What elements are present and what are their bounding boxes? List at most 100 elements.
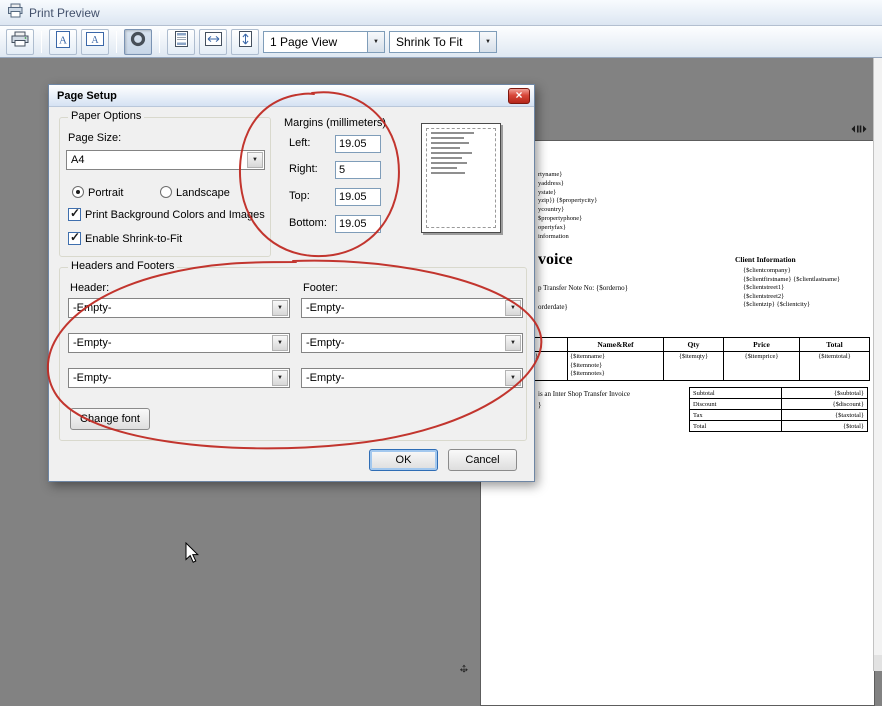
totals-label: Tax <box>690 410 782 421</box>
dialog-titlebar[interactable]: Page Setup <box>49 85 534 107</box>
headers-footers-legend: Headers and Footers <box>68 260 177 272</box>
header-dropdown-3-value: -Empty- <box>73 372 112 384</box>
change-font-label: Change font <box>80 413 140 425</box>
property-address-block: rtyname} yaddress} ystate} yzip}) {$prop… <box>538 171 597 241</box>
totals-row: Subtotal {$subtotal} <box>690 388 868 399</box>
document-preview-page: rtyname} yaddress} ystate} yzip}) {$prop… <box>480 140 875 706</box>
enable-shrink-checkbox[interactable]: ✓ <box>68 232 81 245</box>
scrollbar-corner <box>874 655 882 671</box>
page-setup-button[interactable] <box>124 29 152 55</box>
margin-bottom-input[interactable] <box>335 215 381 233</box>
chevron-down-icon[interactable]: ▼ <box>367 32 384 52</box>
page-size-label: Page Size: <box>68 132 121 144</box>
items-header-row: rial Name&Ref Qty Price Total <box>488 338 870 352</box>
client-line: {$clientzip} {$clientcity} <box>743 301 840 310</box>
footer-dropdown-3[interactable]: -Empty- ▼ <box>301 368 523 388</box>
property-line: ycountry} <box>538 206 597 215</box>
client-information-heading: Client Information <box>735 255 796 264</box>
chevron-down-icon[interactable]: ▼ <box>272 335 288 351</box>
paper-options-legend: Paper Options <box>68 110 144 122</box>
toolbar-separator <box>41 31 42 53</box>
footer-dropdown-1[interactable]: -Empty- ▼ <box>301 298 523 318</box>
enable-shrink-label: Enable Shrink-to-Fit <box>85 233 182 245</box>
chevron-down-icon[interactable]: ▼ <box>272 300 288 316</box>
totals-row: Discount {$discount} <box>690 399 868 410</box>
view-full-width-button[interactable] <box>199 29 227 55</box>
pan-move-handle[interactable]: ↔ ↕ <box>455 659 473 677</box>
window-titlebar: Print Preview <box>0 0 882 26</box>
invoice-note-line: } <box>538 400 630 411</box>
vertical-scrollbar[interactable] <box>873 58 882 671</box>
totals-row: Tax {$taxtotal} <box>690 410 868 421</box>
invoice-title: voice <box>538 251 573 269</box>
full-width-icon <box>205 32 222 51</box>
dialog-title: Page Setup <box>57 90 117 102</box>
view-full-page-button[interactable] <box>231 29 259 55</box>
shrink-to-fit-dropdown[interactable]: Shrink To Fit ▼ <box>389 31 497 53</box>
portrait-button[interactable]: A <box>49 29 77 55</box>
portrait-radio-label: Portrait <box>88 187 123 199</box>
close-icon: × <box>515 88 522 102</box>
property-line: information <box>538 233 597 242</box>
cancel-button[interactable]: Cancel <box>448 449 517 471</box>
header-dropdown-1-value: -Empty- <box>73 302 112 314</box>
header-label: Header: <box>70 282 109 294</box>
page-preview-thumbnail <box>421 123 501 233</box>
chevron-down-icon[interactable]: ▼ <box>505 335 521 351</box>
ok-button[interactable]: OK <box>369 449 438 471</box>
item-qty-cell: {$itemqty} <box>664 352 724 381</box>
cancel-label: Cancel <box>465 454 499 466</box>
totals-label: Discount <box>690 399 782 410</box>
svg-text:A: A <box>59 34 67 46</box>
landscape-radio-label: Landscape <box>176 187 230 199</box>
margins-heading: Margins (millimeters) <box>284 117 386 129</box>
chevron-down-icon[interactable]: ▼ <box>479 32 496 52</box>
invoice-totals-table: Subtotal {$subtotal} Discount {$discount… <box>689 387 868 432</box>
svg-text:A: A <box>91 35 99 46</box>
header-dropdown-3[interactable]: -Empty- ▼ <box>68 368 290 388</box>
landscape-radio[interactable] <box>160 186 172 198</box>
page-view-value: 1 Page View <box>270 35 337 49</box>
property-line: rtyname} <box>538 171 597 180</box>
order-date-line: orderdate} <box>538 303 568 311</box>
client-line: {$clientstreet2} <box>743 293 840 302</box>
page-view-dropdown[interactable]: 1 Page View ▼ <box>263 31 385 53</box>
totals-label: Total <box>690 421 782 432</box>
toolbar-separator <box>116 31 117 53</box>
landscape-button[interactable]: A <box>81 29 109 55</box>
page-setup-icon <box>130 31 146 52</box>
change-font-button[interactable]: Change font <box>70 408 150 430</box>
totals-value: {$taxtotal} <box>782 410 868 421</box>
totals-value: {$subtotal} <box>782 388 868 399</box>
headers-footers-icon <box>175 31 188 52</box>
toggle-headers-footers-button[interactable] <box>167 29 195 55</box>
margin-left-input[interactable] <box>335 135 381 153</box>
footer-dropdown-1-value: -Empty- <box>306 302 345 314</box>
page-size-dropdown[interactable]: A4 ▼ <box>66 150 265 170</box>
print-button[interactable] <box>6 29 34 55</box>
item-price-cell: {$itemprice} <box>724 352 800 381</box>
header-dropdown-1[interactable]: -Empty- ▼ <box>68 298 290 318</box>
property-line: yzip}) {$propertycity} <box>538 197 597 206</box>
totals-label: Subtotal <box>690 388 782 399</box>
header-dropdown-2-value: -Empty- <box>73 337 112 349</box>
footer-dropdown-2[interactable]: -Empty- ▼ <box>301 333 523 353</box>
item-name-line: {$itemnote} <box>570 362 661 371</box>
headers-footers-group: Headers and Footers Header: Footer: -Emp… <box>59 267 527 441</box>
chevron-down-icon[interactable]: ▼ <box>247 152 263 168</box>
chevron-down-icon[interactable]: ▼ <box>505 370 521 386</box>
property-line: opertyfax} <box>538 224 597 233</box>
footer-dropdown-2-value: -Empty- <box>306 337 345 349</box>
margin-top-input[interactable] <box>335 188 381 206</box>
margin-right-input[interactable] <box>335 161 381 179</box>
close-button[interactable]: × <box>508 88 530 104</box>
print-background-checkbox[interactable]: ✓ <box>68 208 81 221</box>
chevron-down-icon[interactable]: ▼ <box>272 370 288 386</box>
invoice-note-block: is an Inter Shop Transfer Invoice } <box>538 389 630 411</box>
margin-bottom-label: Bottom: <box>289 217 327 229</box>
header-dropdown-2[interactable]: -Empty- ▼ <box>68 333 290 353</box>
chevron-down-icon[interactable]: ▼ <box>505 300 521 316</box>
portrait-radio[interactable] <box>72 186 84 198</box>
totals-value: {$total} <box>782 421 868 432</box>
splitter-handle-right[interactable] <box>851 121 867 139</box>
